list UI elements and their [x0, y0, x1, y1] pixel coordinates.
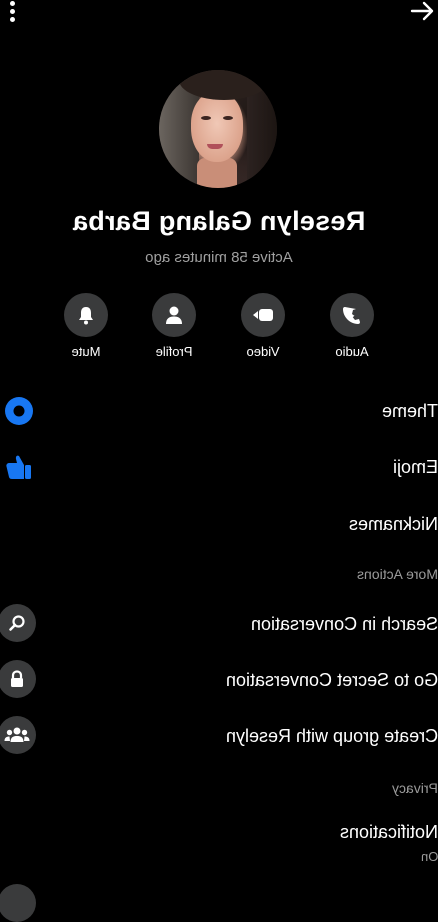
create-group-label: Create group with Reselyn — [225, 726, 438, 746]
theme-label: Theme — [381, 401, 438, 421]
audio-button[interactable]: Audio — [312, 293, 392, 359]
audio-label: Audio — [335, 344, 369, 359]
nicknames-label: Nicknames — [348, 514, 438, 534]
bell-icon — [64, 293, 108, 337]
thumbs-up-icon — [0, 448, 38, 486]
phone-icon — [330, 293, 374, 337]
group-icon — [0, 716, 36, 754]
theme-icon — [0, 392, 38, 430]
profile-label: Profile — [155, 344, 193, 359]
notifications-value: On — [420, 849, 438, 864]
profile-button[interactable]: Profile — [134, 293, 214, 359]
theme-row[interactable]: Theme — [0, 392, 438, 432]
search-conversation-row[interactable]: Search in Conversation — [0, 604, 438, 644]
mute-label: Mute — [71, 344, 101, 359]
search-icon — [0, 604, 36, 642]
person-icon — [152, 293, 196, 337]
profile-name: Reselyn Galang Barba — [72, 206, 366, 236]
mute-button[interactable]: Mute — [46, 293, 126, 359]
emoji-row[interactable]: Emoji — [0, 448, 438, 488]
lock-icon — [0, 660, 36, 698]
emoji-label: Emoji — [392, 457, 438, 477]
search-conversation-label: Search in Conversation — [250, 614, 438, 634]
create-group-row[interactable]: Create group with Reselyn — [0, 716, 438, 756]
notifications-label: Notifications — [339, 822, 438, 842]
secret-conversation-label: Go to Secret Conversation — [225, 670, 438, 690]
notifications-row[interactable]: Notifications On — [0, 815, 438, 867]
video-label: Video — [246, 344, 280, 359]
partial-row-icon — [0, 884, 36, 922]
more-options-icon[interactable] — [2, 0, 22, 24]
avatar[interactable] — [159, 70, 277, 188]
video-camera-icon — [241, 293, 285, 337]
privacy-header: Privacy — [392, 780, 438, 796]
more-actions-header: More Actions — [357, 566, 438, 582]
active-status: Active 58 minutes ago — [145, 249, 293, 266]
video-button[interactable]: Video — [223, 293, 303, 359]
back-arrow-icon[interactable] — [410, 0, 438, 24]
secret-conversation-row[interactable]: Go to Secret Conversation — [0, 660, 438, 700]
nicknames-row[interactable]: Nicknames — [0, 505, 438, 545]
